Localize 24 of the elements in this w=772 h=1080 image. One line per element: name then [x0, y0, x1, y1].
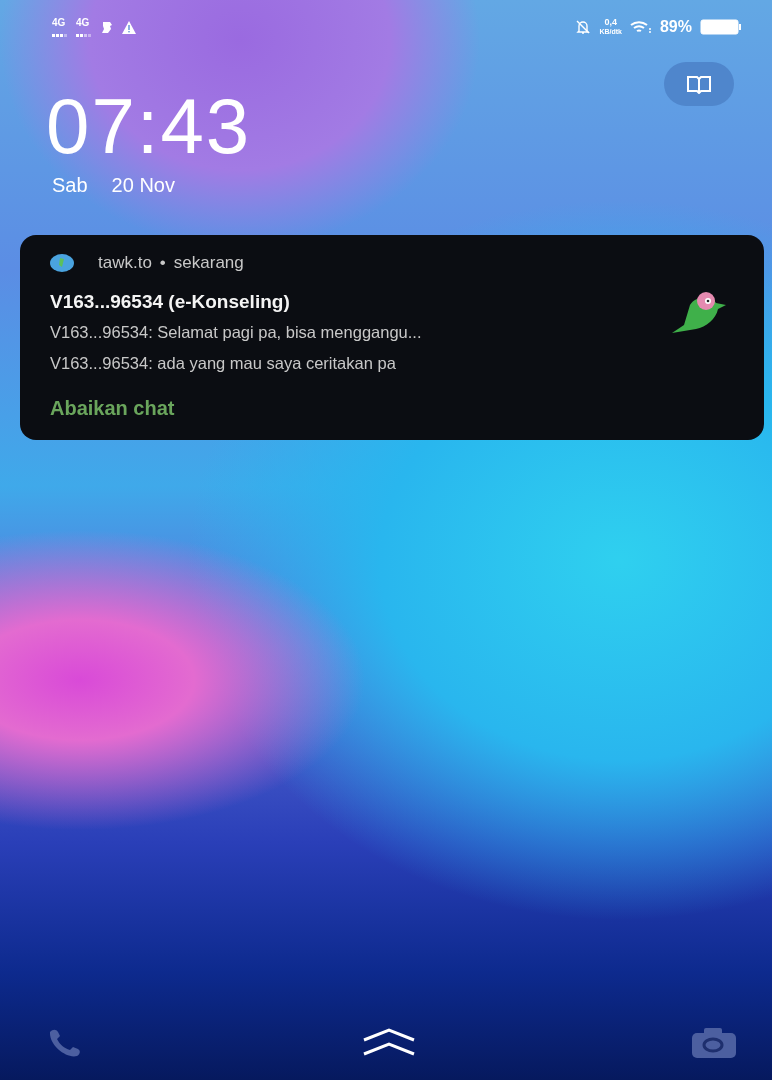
network-type: 4G [52, 17, 66, 28]
ignore-chat-button[interactable]: Abaikan chat [50, 397, 175, 420]
app-name: tawk.to [98, 253, 152, 273]
bell-off-icon [575, 19, 592, 35]
battery-icon [700, 19, 742, 35]
date-label: 20 Nov [111, 174, 175, 197]
data-speed-value: 0,4 [604, 18, 617, 27]
notification-card[interactable]: tawk.to • sekarang V163...96534 (e-Konseling) V163...96534: Selamat pagi pa, bisa menggangu... V163...96534: ada yang mau saya ceritakan pa Abaikan chat [20, 235, 764, 440]
reading-mode-button[interactable] [664, 62, 734, 106]
camera-icon[interactable] [692, 1028, 736, 1058]
warning-icon [122, 20, 136, 34]
wifi-icon [629, 20, 652, 34]
book-icon [686, 74, 712, 94]
notification-title: V163...96534 (e-Konseling) [50, 291, 291, 313]
notification-time: sekarang [173, 253, 244, 273]
message-preview: V163...96534: Selamat pagi pa, bisa menggangu... [50, 323, 422, 342]
app-icon [50, 253, 74, 273]
separator-dot: • [159, 253, 166, 273]
swipe-up-icon[interactable] [362, 1028, 416, 1058]
battery-percent: 89% [659, 18, 692, 36]
clock-time: 07:43 [45, 86, 253, 166]
message-preview: V163...96534: ada yang mau saya ceritakan pa [50, 354, 397, 373]
day-label: Sab [52, 174, 88, 197]
network-type: 4G [76, 17, 90, 28]
